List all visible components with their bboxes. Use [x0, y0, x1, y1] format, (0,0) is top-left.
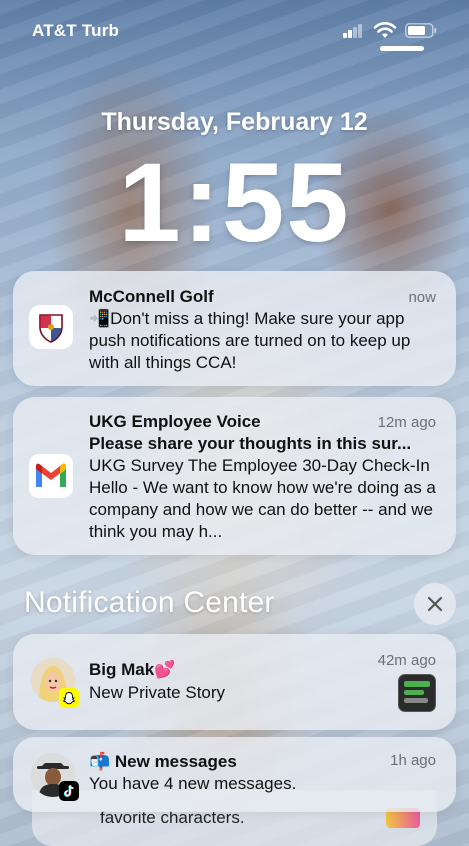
- snapchat-icon: [59, 688, 79, 708]
- battery-icon: [405, 23, 437, 38]
- notification-body: 📲Don't miss a thing! Make sure your app …: [89, 309, 411, 372]
- notification-subject: Please share your thoughts in this sur..…: [89, 434, 412, 453]
- notification-app-name: UKG Employee Voice: [89, 412, 261, 431]
- lock-clock: 1:55: [118, 140, 351, 265]
- notification-app-name: McConnell Golf: [89, 287, 214, 306]
- notification-mcconnell-golf[interactable]: McConnell Golf now 📲Don't miss a thing! …: [13, 271, 456, 386]
- story-thumbnail: [398, 674, 436, 712]
- tiktok-icon: [59, 781, 79, 801]
- status-bar: AT&T Turb: [0, 0, 469, 60]
- notification-body: New Private Story: [89, 683, 226, 702]
- notification-body: Please share your thoughts in this sur..…: [89, 433, 439, 543]
- top-pill-indicator: [380, 46, 424, 51]
- notification-time: 12m ago: [377, 414, 436, 431]
- notification-center-title: Notification Center: [24, 586, 275, 619]
- notification-tiktok[interactable]: 📬 New messages 1h ago You have 4 new mes…: [13, 737, 456, 812]
- notification-snapchat[interactable]: Big Mak💕 42m ago New Private Story: [13, 634, 456, 730]
- notification-sender: 📬 New messages: [89, 752, 237, 771]
- notification-time: 1h ago: [390, 752, 436, 769]
- close-icon[interactable]: [414, 583, 456, 625]
- notification-ukg-employee-voice[interactable]: UKG Employee Voice 12m ago Please share …: [13, 397, 456, 555]
- notification-preview: UKG Survey The Employee 30-Day Check-In …: [89, 456, 436, 541]
- carrier-label: AT&T Turb: [32, 21, 120, 40]
- golf-crest-icon: [29, 305, 73, 349]
- notification-time: now: [408, 289, 436, 306]
- notification-time: 42m ago: [377, 652, 436, 669]
- lock-date: Thursday, February 12: [101, 108, 368, 136]
- notification-body: You have 4 new messages.: [89, 774, 297, 793]
- wifi-icon: [373, 21, 397, 39]
- notification-sender: Big Mak💕: [89, 660, 176, 679]
- gmail-icon: [29, 454, 73, 498]
- cellular-signal-icon: [343, 24, 363, 38]
